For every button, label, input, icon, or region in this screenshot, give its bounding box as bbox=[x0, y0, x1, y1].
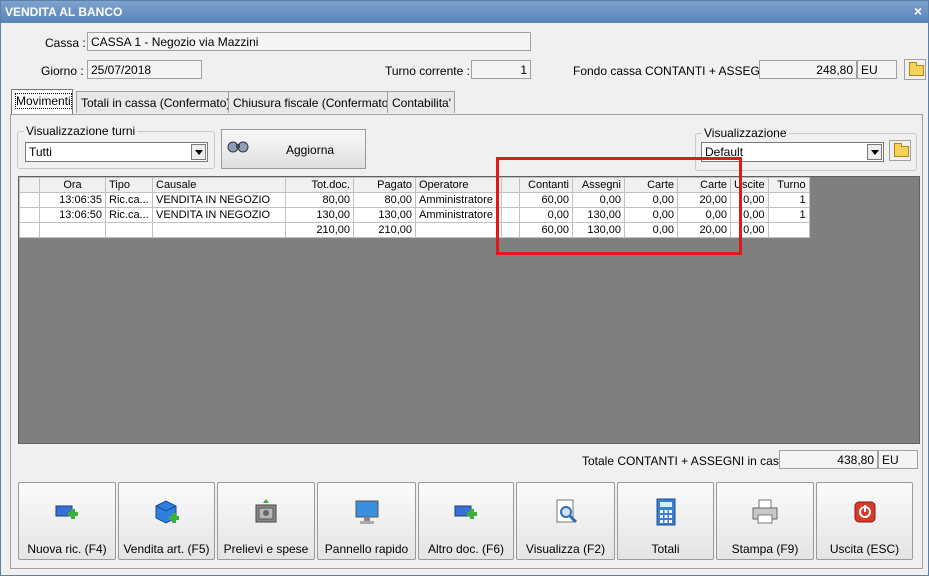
cell: Amministratore bbox=[415, 207, 502, 223]
visualizzazione-group-label: Visualizzazione bbox=[702, 126, 789, 140]
col-header[interactable]: Pagato bbox=[353, 177, 416, 193]
fondo-currency: EU bbox=[857, 60, 897, 79]
cell: Amministratore bbox=[415, 192, 502, 208]
monitor-icon bbox=[355, 500, 378, 524]
col-header[interactable]: Turno bbox=[767, 177, 810, 193]
uscita-button[interactable]: Uscita (ESC) bbox=[816, 482, 913, 560]
cell bbox=[105, 222, 153, 238]
totale-currency: EU bbox=[878, 450, 918, 469]
calculator-icon bbox=[656, 498, 675, 526]
col-header[interactable] bbox=[19, 177, 40, 193]
stampa-button[interactable]: Stampa (F9) bbox=[716, 482, 814, 560]
other-doc-icon bbox=[454, 505, 477, 519]
highlight-box bbox=[496, 157, 742, 255]
altro-doc-label: Altro doc. (F6) bbox=[427, 542, 505, 556]
fondo-field: 248,80 bbox=[759, 60, 857, 79]
cell bbox=[415, 222, 502, 238]
main-window: VENDITA AL BANCO × Cassa : CASSA 1 - Neg… bbox=[0, 0, 929, 576]
cell: 210,00 bbox=[353, 222, 416, 238]
visualizza-label: Visualizza (F2) bbox=[525, 542, 606, 556]
cell: 130,00 bbox=[285, 207, 354, 223]
folder-icon bbox=[894, 143, 909, 157]
tab-contabilita[interactable]: Contabilita' bbox=[387, 91, 455, 113]
cell: 13:06:35 bbox=[39, 192, 106, 208]
cell: Ric.ca... bbox=[105, 192, 153, 208]
sell-item-icon bbox=[155, 500, 179, 524]
col-header[interactable]: Causale bbox=[152, 177, 286, 193]
window-title: VENDITA AL BANCO bbox=[5, 5, 123, 19]
nuova-ric-label: Nuova ric. (F4) bbox=[27, 542, 107, 556]
binoculars-icon bbox=[227, 141, 249, 153]
nuova-ric-button[interactable]: Nuova ric. (F4) bbox=[18, 482, 116, 560]
giorno-label: Giorno : bbox=[41, 64, 84, 78]
cell: VENDITA IN NEGOZIO bbox=[152, 207, 286, 223]
chevron-down-icon[interactable] bbox=[191, 144, 206, 160]
turno-label: Turno corrente : bbox=[385, 64, 470, 78]
folder-icon bbox=[909, 62, 924, 76]
totale-label: Totale CONTANTI + ASSEGNI in cassa : bbox=[582, 454, 799, 468]
vendita-art-label: Vendita art. (F5) bbox=[123, 542, 210, 556]
turni-group-label: Visualizzazione turni bbox=[24, 124, 138, 138]
cell: 210,00 bbox=[285, 222, 354, 238]
tab-chiusura-fiscale[interactable]: Chiusura fiscale (Confermato) bbox=[228, 91, 392, 113]
cell bbox=[19, 207, 40, 223]
cassa-label: Cassa : bbox=[45, 36, 86, 50]
cell: 80,00 bbox=[285, 192, 354, 208]
fondo-label: Fondo cassa CONTANTI + ASSEGNI : bbox=[573, 64, 779, 78]
cell: 130,00 bbox=[353, 207, 416, 223]
view-icon bbox=[556, 499, 577, 524]
cell: 1 bbox=[767, 207, 810, 223]
tab-movimenti[interactable]: Movimenti bbox=[11, 89, 73, 115]
turno-field: 1 bbox=[471, 60, 531, 79]
cell: 13:06:50 bbox=[39, 207, 106, 223]
chevron-down-icon[interactable] bbox=[867, 144, 882, 160]
cell bbox=[39, 222, 106, 238]
movements-grid[interactable]: Ora Tipo Causale Tot.doc. Pagato Operato… bbox=[18, 176, 920, 444]
cell bbox=[19, 222, 40, 238]
turni-select-value: Tutti bbox=[29, 145, 52, 159]
cell: 1 bbox=[767, 192, 810, 208]
aggiorna-label: Aggiorna bbox=[286, 143, 335, 157]
altro-doc-button[interactable]: Altro doc. (F6) bbox=[418, 482, 514, 560]
cell bbox=[152, 222, 286, 238]
cell: VENDITA IN NEGOZIO bbox=[152, 192, 286, 208]
col-header[interactable]: Operatore bbox=[415, 177, 502, 193]
cassa-field: CASSA 1 - Negozio via Mazzini bbox=[87, 32, 531, 51]
vis-folder-button[interactable] bbox=[889, 140, 911, 161]
cell: 80,00 bbox=[353, 192, 416, 208]
totale-field: 438,80 bbox=[779, 450, 878, 469]
safe-icon bbox=[255, 499, 277, 523]
exit-icon bbox=[854, 501, 875, 523]
prelievi-spese-label: Prelievi e spese bbox=[223, 542, 309, 556]
title-bar: VENDITA AL BANCO × bbox=[1, 1, 928, 23]
prelievi-spese-button[interactable]: Prelievi e spese bbox=[217, 482, 315, 560]
tab-totali-cassa[interactable]: Totali in cassa (Confermato) bbox=[76, 91, 230, 113]
printer-icon bbox=[752, 499, 778, 524]
col-header[interactable]: Tipo bbox=[105, 177, 153, 193]
cell bbox=[767, 222, 810, 238]
turni-select[interactable]: Tutti bbox=[25, 142, 208, 162]
giorno-field: 25/07/2018 bbox=[87, 60, 202, 79]
stampa-label: Stampa (F9) bbox=[731, 542, 799, 556]
aggiorna-button[interactable]: Aggiorna bbox=[221, 129, 366, 169]
folder-button[interactable] bbox=[904, 59, 926, 80]
close-icon[interactable]: × bbox=[914, 3, 922, 19]
pannello-rapido-label: Pannello rapido bbox=[324, 542, 409, 556]
totali-button[interactable]: Totali bbox=[617, 482, 714, 560]
new-receipt-icon bbox=[55, 505, 78, 519]
col-header[interactable]: Ora bbox=[39, 177, 106, 193]
visualizza-button[interactable]: Visualizza (F2) bbox=[516, 482, 615, 560]
cell: Ric.ca... bbox=[105, 207, 153, 223]
totali-label: Totali bbox=[651, 542, 680, 556]
vendita-art-button[interactable]: Vendita art. (F5) bbox=[118, 482, 215, 560]
uscita-label: Uscita (ESC) bbox=[829, 542, 900, 556]
cell bbox=[19, 192, 40, 208]
pannello-rapido-button[interactable]: Pannello rapido bbox=[317, 482, 416, 560]
col-header[interactable]: Tot.doc. bbox=[285, 177, 354, 193]
